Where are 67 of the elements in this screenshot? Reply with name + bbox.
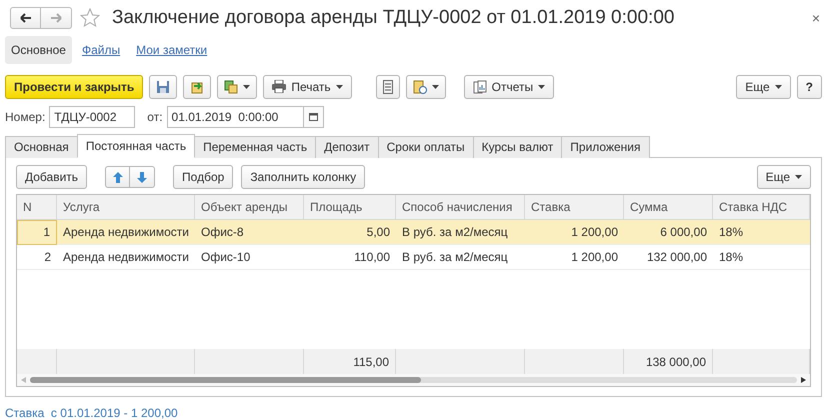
calendar-button[interactable] — [304, 106, 324, 128]
list-button[interactable] — [376, 74, 400, 99]
post-and-close-button[interactable]: Провести и закрыть — [5, 74, 144, 99]
create-based-button[interactable] — [217, 74, 258, 99]
close-button[interactable]: × — [812, 10, 820, 26]
left-arrow-icon — [20, 12, 32, 23]
list-icon — [382, 80, 393, 94]
section-tab[interactable]: Файлы — [76, 36, 126, 64]
caret-icon — [432, 84, 439, 89]
move-up-button[interactable] — [105, 166, 130, 188]
calendar-icon — [308, 112, 318, 122]
up-arrow-icon — [112, 172, 123, 183]
right-arrow-icon — [50, 12, 62, 23]
post-button[interactable] — [183, 74, 212, 99]
printer-icon — [272, 80, 286, 94]
form-tab[interactable]: Сроки оплаты — [378, 136, 474, 158]
rate-link[interactable]: Ставка с 01.01.2019 - 1 200,00 — [5, 406, 830, 420]
number-label: Номер: — [5, 110, 46, 124]
form-tab[interactable]: Постоянная часть — [76, 134, 196, 158]
section-tab[interactable]: Мои заметки — [130, 36, 214, 64]
window-title: Заключение договора аренды ТДЦУ-0002 от 01.01.2019 0:00:00 — [112, 6, 676, 29]
table-cell: 1 — [17, 220, 57, 245]
horizontal-scrollbar[interactable] — [17, 374, 810, 386]
caret-icon — [774, 84, 782, 89]
caret-icon — [243, 84, 250, 89]
column-header[interactable]: N — [17, 194, 57, 220]
table-cell: Офис-10 — [195, 244, 304, 270]
table-cell: 132 000,00 — [624, 244, 713, 270]
table-cell: Аренда недвижимости — [57, 244, 195, 270]
add-button[interactable]: Добавить — [16, 165, 88, 190]
date-field[interactable]: 01.01.2019 0:00:00 — [166, 106, 304, 128]
report-icon — [472, 80, 487, 94]
more-button[interactable]: Еще — [756, 165, 811, 190]
documents-icon — [224, 80, 238, 94]
form-tab[interactable]: Основная — [5, 136, 78, 158]
date-label: от: — [147, 110, 163, 124]
floppy-icon — [156, 80, 170, 94]
save-button[interactable] — [149, 74, 178, 99]
form-tab[interactable]: Переменная часть — [194, 136, 316, 158]
help-button[interactable]: ? — [796, 74, 822, 99]
table-cell: 18% — [713, 244, 810, 270]
form-tab[interactable]: Курсы валют — [472, 136, 562, 158]
table-row[interactable]: 2 Аренда недвижимости Офис-10 110,00 В руб. за м2/месяц 1 200,00 132 000,00 18% — [17, 244, 810, 270]
form-tab[interactable]: Приложения — [561, 136, 650, 158]
reports-button[interactable]: Отчеты — [464, 74, 554, 99]
form-tab[interactable]: Депозит — [315, 136, 379, 158]
document-clock-icon — [412, 80, 427, 94]
caret-icon — [538, 84, 546, 89]
table-cell: 110,00 — [304, 244, 396, 270]
number-field[interactable]: ТДЦУ-0002 — [49, 106, 136, 128]
table-cell: 1 200,00 — [525, 244, 624, 270]
down-arrow-icon — [137, 172, 148, 183]
attach-button[interactable] — [406, 74, 446, 99]
table-cell: 2 — [17, 244, 57, 270]
more-button[interactable]: Еще — [736, 74, 791, 99]
print-button[interactable]: Печать — [263, 74, 352, 99]
section-tab[interactable]: Основное — [5, 36, 72, 64]
pick-button[interactable]: Подбор — [173, 165, 234, 190]
caret-icon — [336, 84, 343, 89]
fill-column-button[interactable]: Заполнить колонку — [241, 165, 366, 190]
move-down-button[interactable] — [130, 166, 156, 188]
star-icon[interactable] — [80, 8, 100, 28]
table-cell: В руб. за м2/месяц — [396, 244, 525, 270]
table-row[interactable]: 1 Аренда недвижимости Офис-8 5,00 В руб. за м2/месяц 1 200,00 6 000,00 18% — [17, 220, 810, 245]
back-button[interactable] — [10, 6, 41, 29]
scroll-right-icon[interactable] — [801, 377, 806, 383]
caret-icon — [795, 175, 802, 180]
